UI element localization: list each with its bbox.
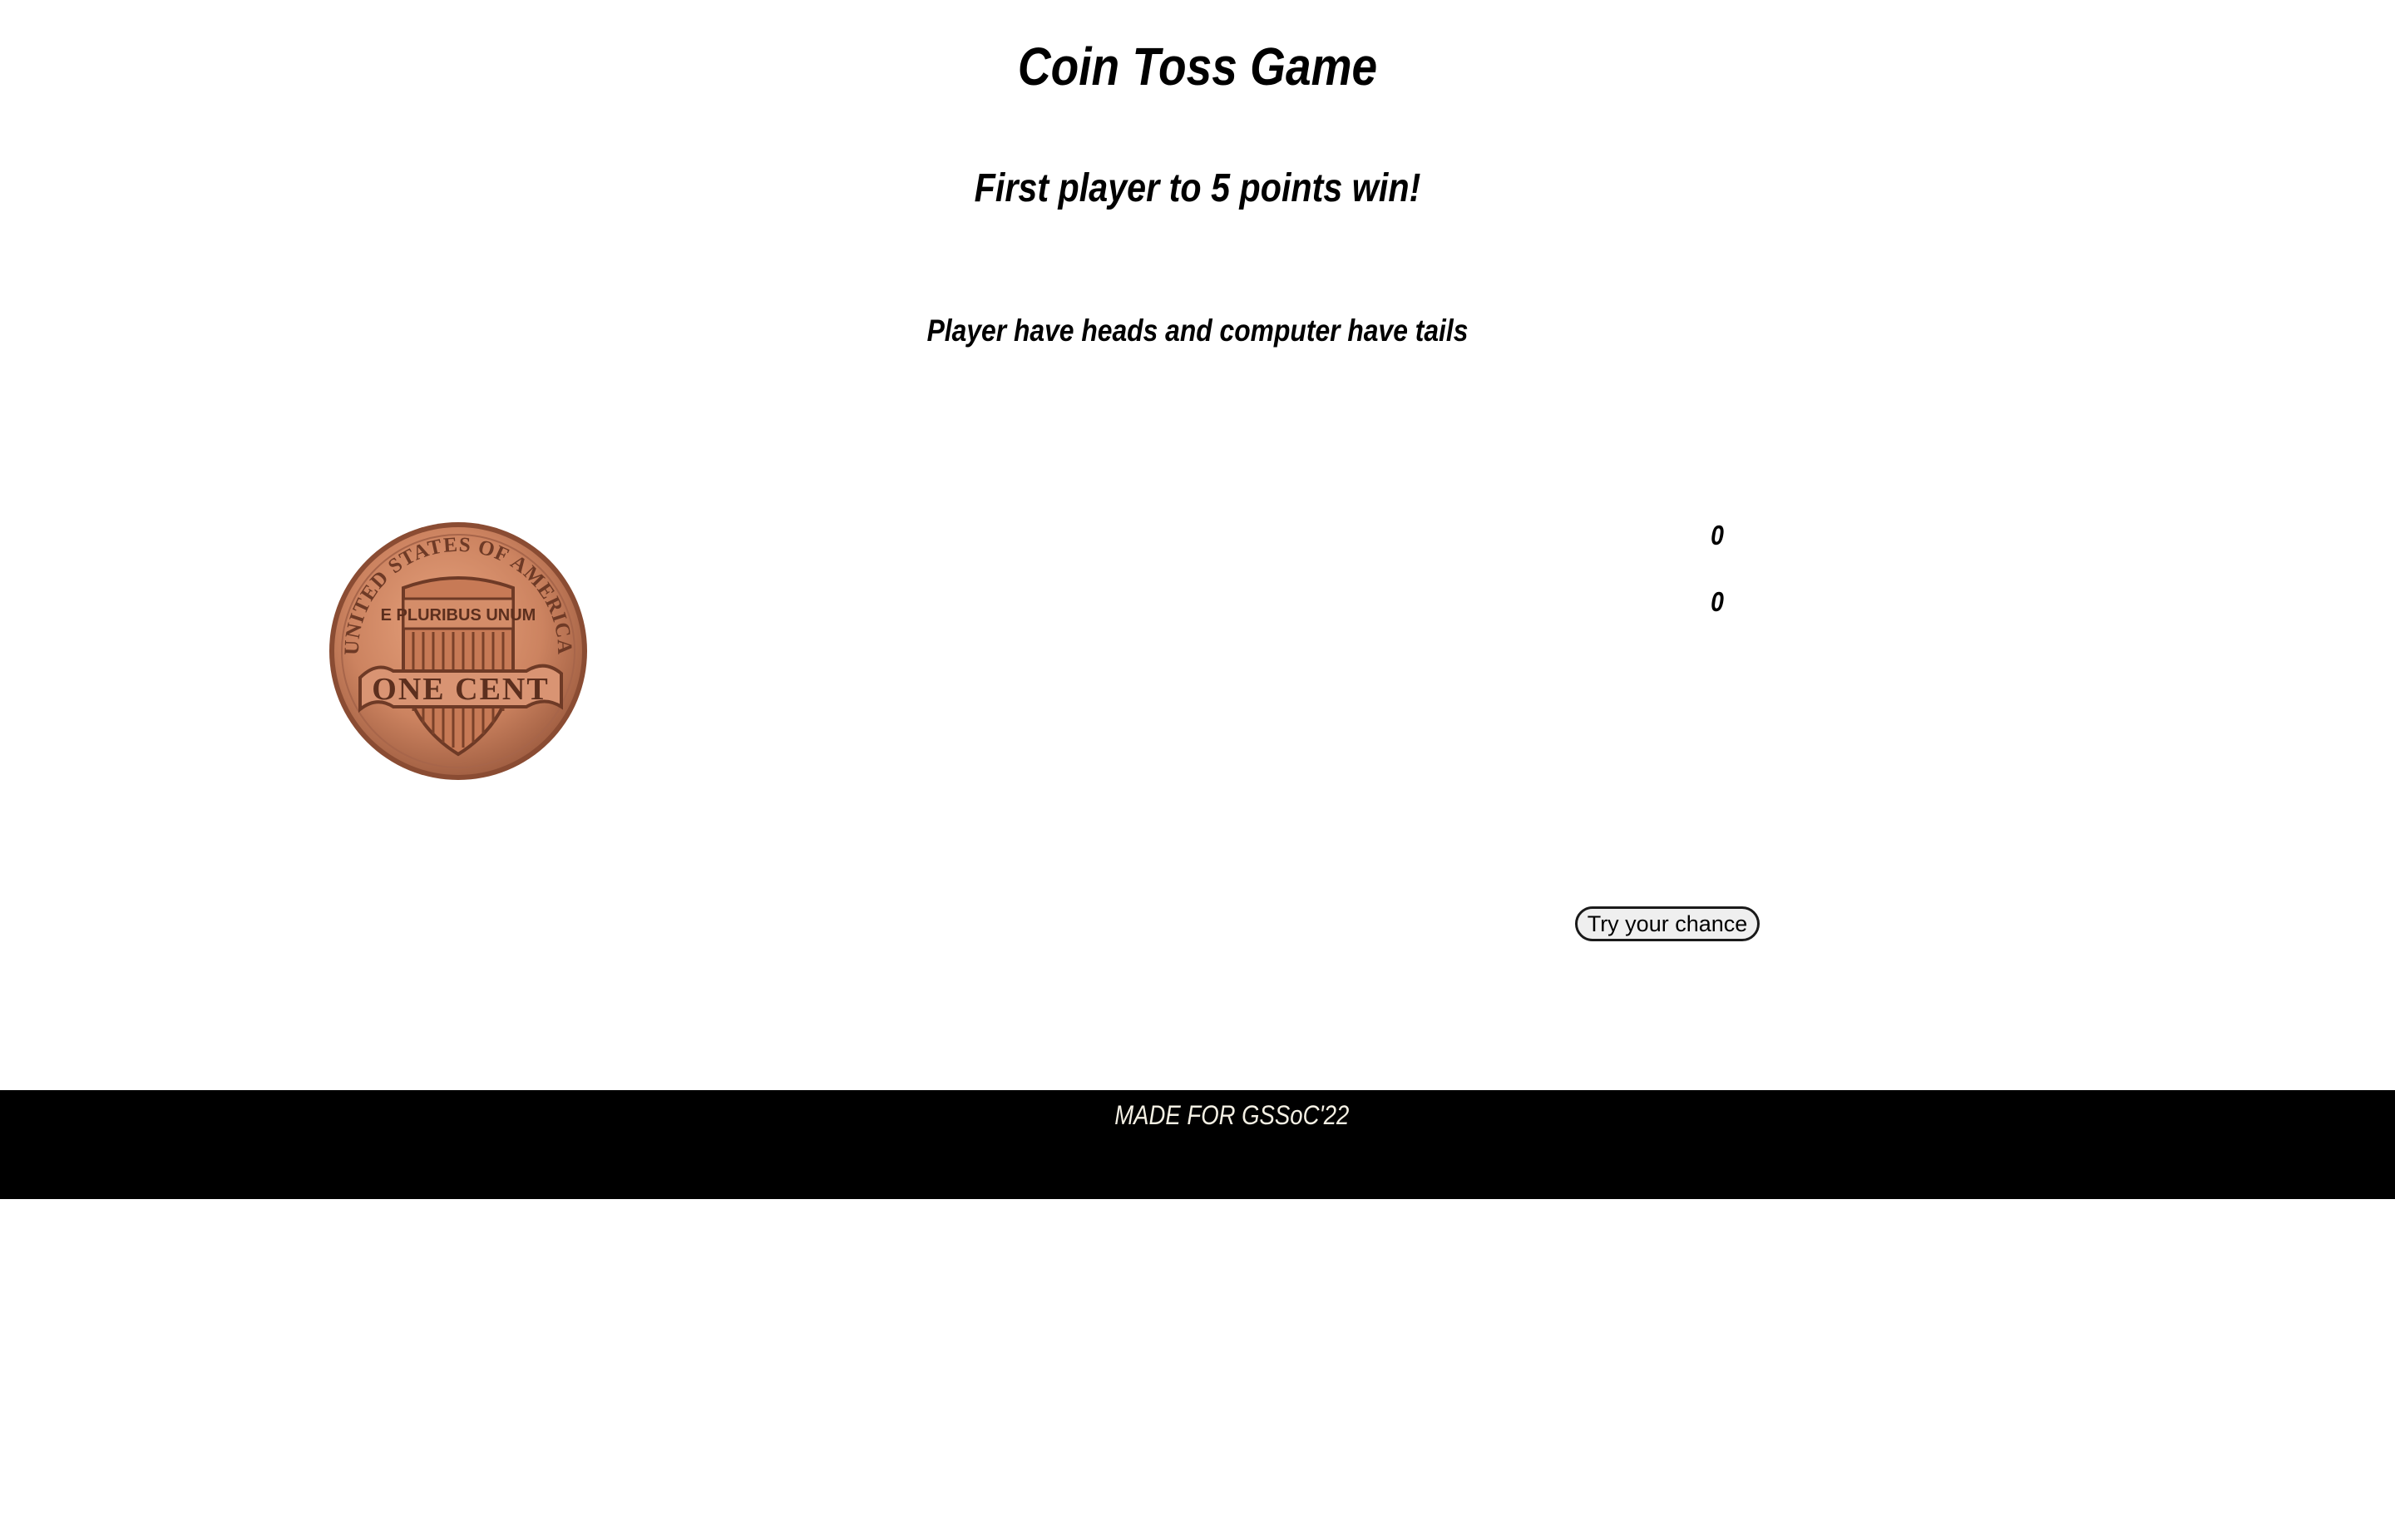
coin-image: UNITED STATES OF AMERICA E PLURIBUS UNUM…	[327, 520, 590, 782]
penny-icon: UNITED STATES OF AMERICA E PLURIBUS UNUM…	[329, 522, 587, 780]
player-score: 0	[1711, 520, 1724, 550]
game-subtitle: First player to 5 points win!	[974, 166, 1421, 210]
footer-text: MADE FOR GSSoC'22	[1114, 1100, 1350, 1130]
game-rule-text: Player have heads and computer have tail…	[926, 313, 1469, 348]
computer-score: 0	[1711, 586, 1724, 617]
footer: MADE FOR GSSoC'22	[0, 1090, 2395, 1199]
svg-text:ONE CENT: ONE CENT	[372, 672, 549, 707]
svg-text:E PLURIBUS UNUM: E PLURIBUS UNUM	[381, 606, 536, 624]
try-your-chance-button[interactable]: Try your chance	[1575, 906, 1760, 941]
page-title: Coin Toss Game	[1017, 37, 1378, 96]
